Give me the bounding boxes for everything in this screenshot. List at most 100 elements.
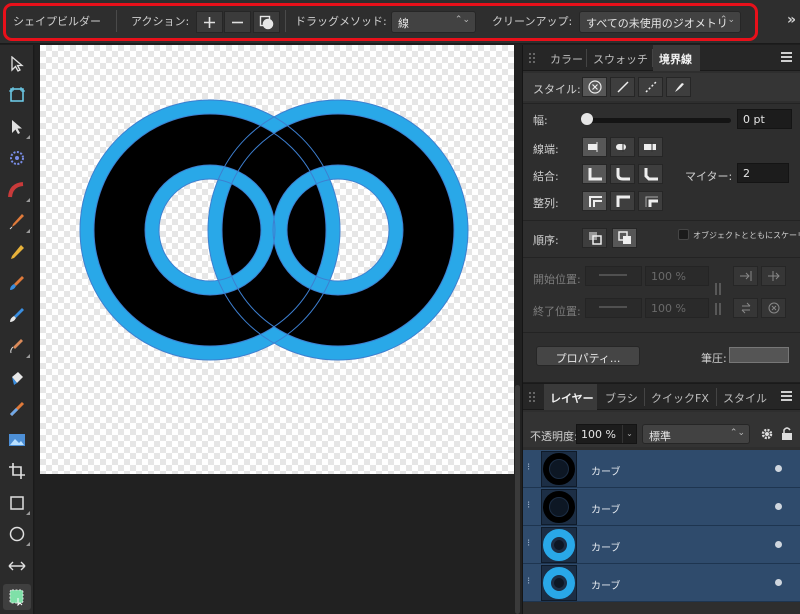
artboard-tool-icon (9, 87, 25, 102)
overflow-chevron-icon[interactable]: » (787, 12, 796, 28)
join-bevel-button[interactable] (638, 164, 663, 184)
point-transform-tool[interactable] (3, 145, 31, 171)
tab-swatches[interactable]: スウォッチ (587, 45, 654, 71)
order-behind-button[interactable] (582, 228, 607, 248)
panel-grip-icon[interactable] (529, 392, 535, 402)
blend-mode-value: 標準 (649, 430, 671, 443)
order-front-button[interactable] (612, 228, 637, 248)
tools-panel (0, 45, 34, 614)
gradient-tool[interactable] (3, 396, 31, 422)
visibility-dot-icon[interactable] (775, 579, 782, 586)
lock-icon[interactable] (781, 426, 793, 441)
chevron-down-icon[interactable]: ⌄ (622, 425, 636, 443)
start-scale-field[interactable]: 100 % (645, 266, 709, 286)
join-round-button[interactable] (610, 164, 635, 184)
width-slider-track[interactable] (585, 118, 731, 123)
layer-expand-icon[interactable]: ⁝ (527, 538, 530, 549)
tab-stroke[interactable]: 境界線 (653, 45, 700, 71)
cap-butt-button[interactable] (582, 137, 607, 157)
layer-row[interactable]: ⁝ カーブ (523, 488, 800, 526)
link-chain-icon[interactable] (713, 281, 723, 317)
layer-row[interactable]: ⁝ カーブ (523, 526, 800, 564)
fill-tool[interactable] (3, 333, 31, 359)
style-dashed-button[interactable] (638, 77, 663, 97)
miter-field[interactable]: 2 (737, 163, 789, 183)
vector-brush-tool-icon (10, 276, 24, 290)
layer-row[interactable]: ⁝ カーブ (523, 564, 800, 602)
width-field[interactable]: 0 pt (737, 109, 792, 129)
layer-expand-icon[interactable]: ⁝ (527, 462, 530, 473)
properties-button[interactable]: プロパティ... (536, 346, 640, 366)
panel-menu-icon[interactable] (781, 391, 792, 401)
pressure-label: 筆圧: (701, 352, 727, 365)
transparency-tool[interactable] (3, 365, 31, 391)
arrow-to-line-icon (739, 271, 751, 281)
artboard[interactable] (40, 45, 514, 474)
node-tool[interactable] (3, 114, 31, 140)
style-solid-button[interactable] (610, 77, 635, 97)
start-arrowhead-select[interactable] (585, 266, 642, 286)
ellipse-tool[interactable] (3, 521, 31, 547)
arrowhead-align-outside-button[interactable] (761, 266, 786, 286)
visibility-dot-icon[interactable] (775, 541, 782, 548)
canvas-area[interactable] (35, 45, 522, 614)
opacity-field[interactable]: 100 % ⌄ (576, 424, 637, 444)
tab-quick-fx[interactable]: クイックFX (645, 384, 715, 410)
swap-arrowheads-button[interactable] (733, 298, 758, 318)
tab-layers[interactable]: レイヤー (544, 384, 597, 410)
layer-expand-icon[interactable]: ⁝ (527, 576, 530, 587)
gear-icon[interactable] (760, 427, 774, 441)
order-label: 順序: (533, 234, 559, 247)
move-tool-icon (11, 56, 24, 72)
scale-with-object-checkbox[interactable] (678, 229, 689, 240)
infinity-rings-artwork[interactable] (40, 45, 514, 474)
layer-name: カーブ (591, 467, 621, 478)
reset-arrowheads-button[interactable] (761, 298, 786, 318)
visibility-dot-icon[interactable] (775, 465, 782, 472)
layer-thumbnail (541, 489, 577, 525)
corner-tool-icon (8, 182, 24, 198)
style-label: スタイル: (533, 83, 581, 96)
transform-arrows-icon (8, 561, 26, 571)
transform-tool[interactable] (3, 553, 31, 579)
arrowhead-align-inside-button[interactable] (733, 266, 758, 286)
cap-square-button[interactable] (638, 137, 663, 157)
rectangle-tool[interactable] (3, 490, 31, 516)
pencil-tool[interactable] (3, 239, 31, 265)
pen-tool[interactable] (3, 208, 31, 234)
panel-menu-icon[interactable] (781, 52, 792, 62)
divider (523, 220, 800, 221)
tab-styles[interactable]: スタイル (717, 384, 773, 410)
align-outside-button[interactable] (638, 191, 663, 211)
blend-mode-select[interactable]: 標準 ⌃⌄ (642, 424, 750, 444)
join-miter-button[interactable] (582, 164, 607, 184)
shape-builder-tool[interactable] (3, 584, 31, 610)
vector-brush-tool[interactable] (3, 270, 31, 296)
place-image-tool[interactable] (3, 427, 31, 453)
place-image-tool-icon (9, 434, 25, 446)
style-none-button[interactable] (582, 77, 607, 97)
move-tool[interactable] (3, 51, 31, 77)
arrow-past-line-icon (767, 271, 780, 281)
end-scale-field[interactable]: 100 % (645, 298, 709, 318)
cap-round-button[interactable] (610, 137, 635, 157)
paint-brush-tool[interactable] (3, 302, 31, 328)
align-outside-icon (645, 196, 658, 207)
style-brush-button[interactable] (666, 77, 691, 97)
pressure-curve-button[interactable] (729, 347, 789, 363)
end-arrowhead-select[interactable] (585, 298, 642, 318)
width-slider-handle[interactable] (581, 113, 593, 125)
layer-list: ⁝ カーブ ⁝ カーブ ⁝ カーブ ⁝ カーブ (523, 450, 800, 602)
artboard-tool[interactable] (3, 82, 31, 108)
visibility-dot-icon[interactable] (775, 503, 782, 510)
layer-expand-icon[interactable]: ⁝ (527, 500, 530, 511)
corner-tool[interactable] (3, 177, 31, 203)
tab-brushes[interactable]: ブラシ (599, 384, 644, 410)
vertical-scrollbar[interactable] (515, 385, 520, 614)
align-center-button[interactable] (582, 191, 607, 211)
panel-grip-icon[interactable] (529, 53, 535, 63)
tab-color[interactable]: カラー (544, 45, 589, 71)
align-inside-button[interactable] (610, 191, 635, 211)
layer-row[interactable]: ⁝ カーブ (523, 450, 800, 488)
crop-tool[interactable] (3, 458, 31, 484)
